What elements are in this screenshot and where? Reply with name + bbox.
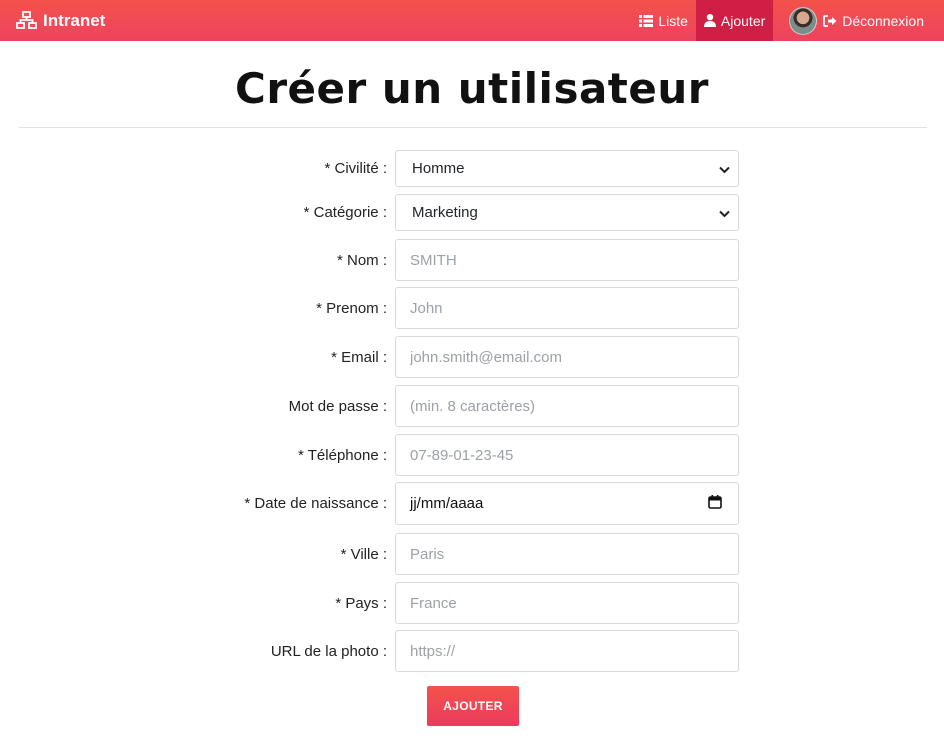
photo-url-input[interactable] [395, 630, 739, 672]
row-naissance: * Date de naissance : jj/mm/aaaa [0, 482, 944, 525]
password-input[interactable] [395, 385, 739, 427]
categorie-select[interactable]: Marketing [395, 194, 739, 231]
nav-liste-label: Liste [658, 12, 688, 29]
nav-ajouter[interactable]: Ajouter [695, 0, 774, 41]
nom-label: * Nom : [336, 251, 387, 269]
pays-label: * Pays : [335, 594, 387, 612]
password-label: Mot de passe : [288, 397, 387, 415]
calendar-icon[interactable] [708, 494, 722, 513]
row-email: * Email : [0, 336, 944, 378]
chevron-down-icon [719, 204, 730, 221]
row-password: Mot de passe : [0, 385, 944, 427]
email-label: * Email : [331, 348, 387, 366]
naissance-label: * Date de naissance : [244, 495, 387, 512]
sitemap-icon [16, 11, 37, 30]
row-photo: URL de la photo : [0, 630, 944, 672]
nav-right: Liste Ajouter Déconnexion [631, 0, 944, 41]
user-avatar[interactable] [789, 6, 818, 35]
brand-name: Intranet [43, 10, 106, 30]
categorie-label: * Catégorie : [303, 204, 387, 221]
row-pays: * Pays : [0, 582, 944, 624]
row-ville: * Ville : [0, 533, 944, 575]
title-divider [19, 127, 927, 128]
telephone-label: * Téléphone : [298, 446, 387, 464]
birthdate-input[interactable]: jj/mm/aaaa [395, 482, 739, 525]
logout-link[interactable]: Déconnexion [823, 0, 944, 41]
pays-input[interactable] [395, 582, 739, 624]
row-categorie: * Catégorie : Marketing [0, 194, 944, 231]
civilite-label: * Civilité : [324, 160, 387, 177]
top-navbar: Intranet Liste Ajouter Déconnexion [0, 0, 944, 41]
photo-label: URL de la photo : [270, 642, 387, 660]
birthdate-value: jj/mm/aaaa [410, 495, 484, 512]
prenom-input[interactable] [395, 287, 739, 329]
telephone-input[interactable] [395, 434, 739, 476]
categorie-value: Marketing [412, 204, 478, 221]
user-icon [703, 14, 716, 27]
civilite-value: Homme [412, 160, 465, 177]
chevron-down-icon [719, 160, 730, 177]
nav-liste[interactable]: Liste [631, 0, 696, 41]
list-icon [639, 14, 654, 27]
ville-label: * Ville : [340, 545, 387, 563]
civilite-select[interactable]: Homme [395, 150, 739, 187]
row-telephone: * Téléphone : [0, 434, 944, 476]
row-civilite: * Civilité : Homme [0, 150, 944, 187]
page-title: Créer un utilisateur [235, 64, 709, 113]
email-input[interactable] [395, 336, 739, 378]
sign-out-icon [823, 14, 837, 27]
row-nom: * Nom : [0, 239, 944, 281]
brand-link[interactable]: Intranet [16, 0, 105, 41]
prenom-label: * Prenom : [316, 299, 387, 317]
nav-ajouter-label: Ajouter [720, 12, 766, 29]
ville-input[interactable] [395, 533, 739, 575]
ajouter-button[interactable]: AJOUTER [427, 686, 519, 726]
logout-label: Déconnexion [842, 12, 924, 29]
row-prenom: * Prenom : [0, 287, 944, 329]
nom-input[interactable] [395, 239, 739, 281]
